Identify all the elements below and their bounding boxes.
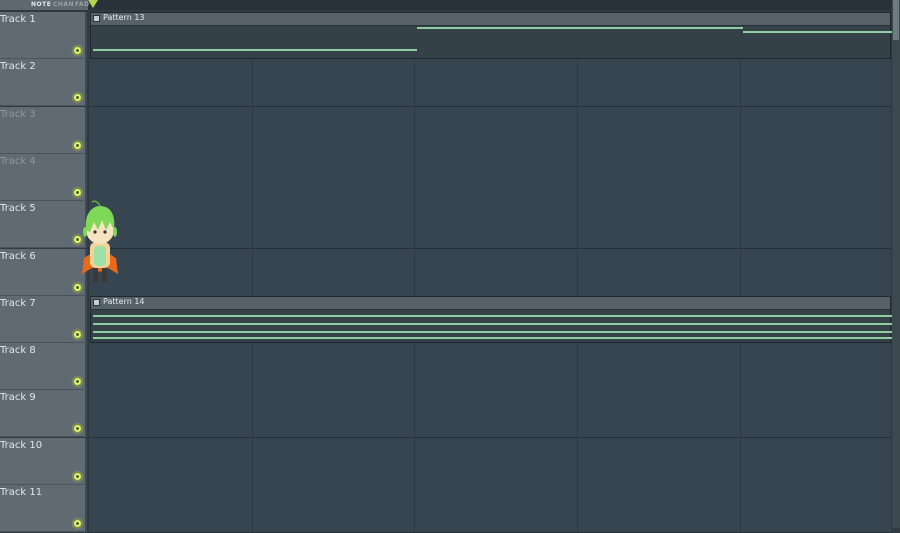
- track-lane[interactable]: [88, 485, 892, 533]
- note-bar: [743, 31, 893, 33]
- track-headers: Track 1 Track 2 Track 3 Track 4 Track 5 Track…: [0, 12, 88, 532]
- note-bar: [93, 336, 893, 339]
- track-lane[interactable]: [88, 59, 892, 108]
- timeline-marker-icon[interactable]: [88, 0, 98, 8]
- track-header[interactable]: Track 1: [0, 12, 87, 59]
- vertical-scrollbar[interactable]: [892, 0, 900, 528]
- track-led-icon[interactable]: [73, 140, 82, 150]
- tab-channel[interactable]: CHAN: [53, 1, 74, 8]
- bar-gridline: [414, 12, 415, 532]
- track-lane[interactable]: [88, 390, 892, 439]
- pattern-clip-icon[interactable]: [93, 15, 100, 22]
- pattern-clip-title: Pattern 14: [103, 296, 145, 306]
- pattern-clip[interactable]: Pattern 13: [90, 12, 893, 59]
- note-bar: [93, 330, 893, 333]
- track-header[interactable]: Track 10: [0, 437, 87, 485]
- note-bar: [417, 27, 743, 29]
- note-bar: [93, 49, 417, 51]
- mascot-icon: [82, 200, 118, 282]
- track-label: Track 4: [0, 155, 36, 167]
- track-lane[interactable]: [88, 437, 892, 486]
- note-bar: [93, 322, 893, 325]
- track-label: Track 10: [0, 439, 43, 451]
- track-lane[interactable]: [88, 343, 892, 392]
- scrollbar-thumb[interactable]: [893, 0, 899, 40]
- note-bar: [93, 314, 893, 317]
- track-label: Track 9: [0, 392, 36, 404]
- track-led-icon[interactable]: [73, 93, 82, 103]
- track-header[interactable]: Track 3: [0, 106, 87, 154]
- track-led-icon[interactable]: [73, 424, 82, 434]
- track-label: Track 8: [0, 345, 36, 357]
- pattern-clip-header[interactable]: Pattern 14: [91, 296, 890, 310]
- channel-view-tabs: NOTE CHAN FAD: [0, 0, 89, 10]
- track-lane[interactable]: [88, 106, 892, 155]
- track-led-icon[interactable]: [73, 187, 82, 197]
- track-label: Track 3: [0, 108, 36, 120]
- pattern-clip-icon[interactable]: [93, 298, 100, 306]
- track-lane[interactable]: [88, 248, 892, 297]
- bar-gridline: [740, 12, 741, 532]
- track-label: Track 5: [0, 203, 36, 215]
- track-label: Track 6: [0, 250, 36, 262]
- bar-gridline: [252, 12, 253, 532]
- track-led-icon[interactable]: [73, 377, 82, 387]
- track-header[interactable]: Track 5: [0, 201, 87, 249]
- pattern-clip-header[interactable]: Pattern 13: [91, 13, 890, 26]
- track-label: Track 1: [0, 14, 36, 25]
- playlist-grid[interactable]: Pattern 13 Pattern 14: [88, 12, 893, 533]
- track-lane[interactable]: [88, 201, 892, 250]
- track-led-icon[interactable]: [73, 471, 82, 481]
- track-label: Track 11: [0, 487, 43, 498]
- pattern-clip-title: Pattern 13: [103, 13, 145, 22]
- track-header[interactable]: Track 9: [0, 390, 87, 438]
- track-led-icon[interactable]: [73, 46, 82, 55]
- track-header[interactable]: Track 4: [0, 153, 87, 201]
- track-header[interactable]: Track 8: [0, 343, 87, 391]
- track-header[interactable]: Track 6: [0, 248, 87, 296]
- track-header[interactable]: Track 2: [0, 59, 87, 107]
- tab-note[interactable]: NOTE: [31, 1, 51, 8]
- track-lane[interactable]: [88, 153, 892, 202]
- track-label: Track 2: [0, 61, 36, 73]
- track-led-icon[interactable]: [73, 519, 82, 528]
- track-label: Track 7: [0, 297, 36, 309]
- track-led-icon[interactable]: [73, 329, 82, 339]
- track-header[interactable]: Track 7: [0, 295, 87, 343]
- track-header[interactable]: Track 11: [0, 485, 87, 532]
- top-toolbar: NOTE CHAN FAD: [0, 0, 900, 10]
- pattern-clip[interactable]: Pattern 14: [90, 295, 893, 343]
- bar-gridline: [577, 12, 578, 532]
